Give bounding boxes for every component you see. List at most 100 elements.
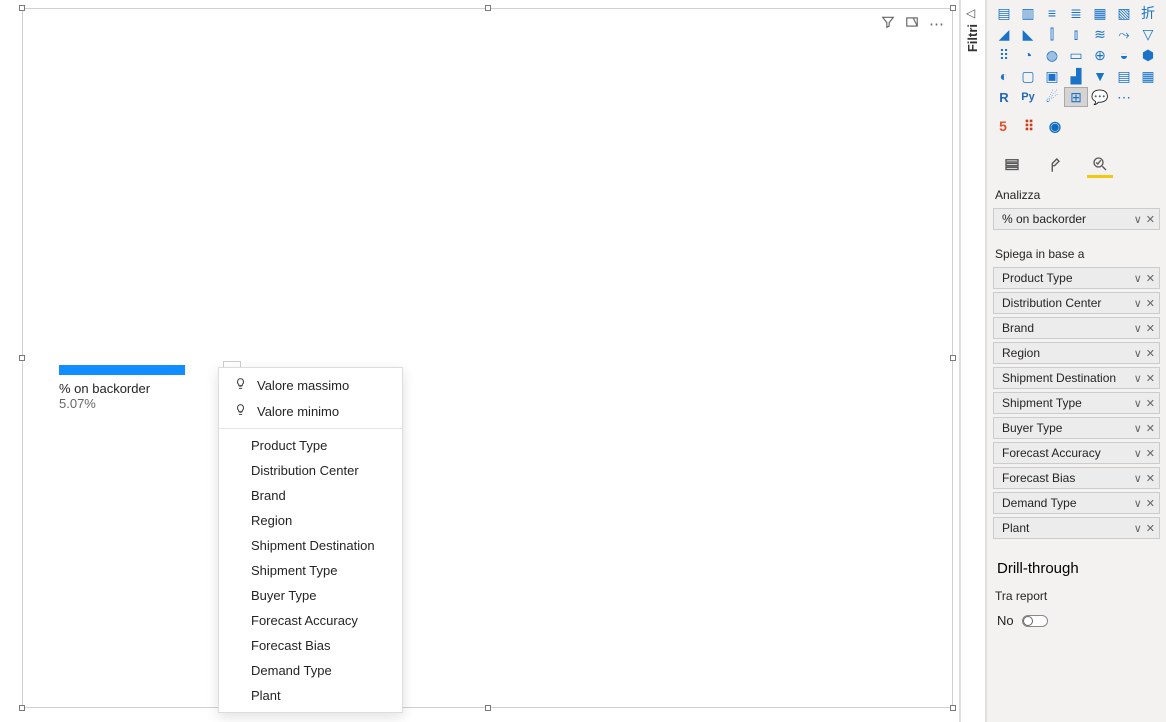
viz-waterfall[interactable]: ⤳ (1113, 25, 1135, 43)
viz-card[interactable]: ▢ (1017, 67, 1039, 85)
viz-stacked-bar[interactable]: ▤ (993, 4, 1015, 22)
viz-qa[interactable]: 💬 (1089, 88, 1111, 106)
chevron-down-icon[interactable]: ∨ (1134, 347, 1142, 360)
field-well-item[interactable]: Product Type∨✕ (993, 267, 1160, 289)
chevron-down-icon[interactable]: ∨ (1134, 322, 1142, 335)
chevron-down-icon[interactable]: ∨ (1134, 472, 1142, 485)
ctx-low-value[interactable]: Valore minimo (219, 398, 402, 424)
viz-r[interactable]: R (993, 88, 1015, 106)
format-tab[interactable] (1043, 152, 1069, 178)
viz-line-column-clustered[interactable]: ⫾ (1065, 25, 1087, 43)
visual-selection-frame[interactable]: ⋯ + % on backorder 5.07% Valore massimo … (22, 8, 953, 708)
more-options-icon[interactable]: ⋯ (929, 15, 944, 33)
resize-handle-br[interactable] (950, 705, 956, 711)
ctx-field-item[interactable]: Demand Type (219, 658, 402, 683)
resize-handle-r[interactable] (950, 355, 956, 361)
viz-clustered-column[interactable]: ≣ (1065, 4, 1087, 22)
chevron-down-icon[interactable]: ∨ (1134, 522, 1142, 535)
cross-report-toggle[interactable] (1022, 615, 1048, 627)
viz-funnel[interactable]: ▽ (1137, 25, 1159, 43)
field-well-item[interactable]: Plant∨✕ (993, 517, 1160, 539)
viz-area[interactable]: ◢ (993, 25, 1015, 43)
chevron-down-icon[interactable]: ∨ (1134, 422, 1142, 435)
ctx-field-item[interactable]: Product Type (219, 433, 402, 458)
viz-matrix[interactable]: ▦ (1137, 67, 1159, 85)
ctx-field-item[interactable]: Brand (219, 483, 402, 508)
viz-slicer[interactable]: ▼ (1089, 67, 1111, 85)
fields-tab[interactable] (999, 152, 1025, 178)
viz-python[interactable]: Py (1017, 88, 1039, 106)
ctx-field-item[interactable]: Forecast Bias (219, 633, 402, 658)
ctx-field-item[interactable]: Buyer Type (219, 583, 402, 608)
chevron-down-icon[interactable]: ∨ (1134, 213, 1142, 226)
ctx-high-value[interactable]: Valore massimo (219, 372, 402, 398)
viz-decomposition[interactable]: ⊞ (1065, 88, 1087, 106)
chevron-down-icon[interactable]: ∨ (1134, 447, 1142, 460)
viz-kpi[interactable]: ▟ (1065, 67, 1087, 85)
remove-field-icon[interactable]: ✕ (1146, 322, 1155, 335)
viz-stacked-column[interactable]: ▥ (1017, 4, 1039, 22)
ctx-field-item[interactable]: Forecast Accuracy (219, 608, 402, 633)
ctx-field-item[interactable]: Plant (219, 683, 402, 708)
field-well-item[interactable]: Forecast Bias∨✕ (993, 467, 1160, 489)
resize-handle-b[interactable] (485, 705, 491, 711)
resize-handle-t[interactable] (485, 5, 491, 11)
viz-shape-map[interactable]: ⬢ (1137, 46, 1159, 64)
grid-custom-visual[interactable]: ⠿ (1019, 116, 1039, 136)
chevron-left-icon[interactable]: ◁ (966, 6, 975, 20)
filters-pane-collapsed[interactable]: ◁ Filtri (960, 0, 986, 722)
field-well-item[interactable]: Region∨✕ (993, 342, 1160, 364)
resize-handle-l[interactable] (19, 355, 25, 361)
viz-multi-card[interactable]: ▣ (1041, 67, 1063, 85)
field-well-item[interactable]: Shipment Destination∨✕ (993, 367, 1160, 389)
field-well-item[interactable]: Distribution Center∨✕ (993, 292, 1160, 314)
decomposition-root-node[interactable]: + % on backorder 5.07% (59, 365, 185, 411)
html5-custom-visual[interactable]: 5 (993, 116, 1013, 136)
remove-field-icon[interactable]: ✕ (1146, 422, 1155, 435)
viz-pie[interactable]: ◔ (1017, 46, 1039, 64)
viz-donut[interactable]: ◍ (1041, 46, 1063, 64)
field-well-item[interactable]: Buyer Type∨✕ (993, 417, 1160, 439)
viz-stacked-area[interactable]: ◣ (1017, 25, 1039, 43)
analytics-tab[interactable] (1087, 152, 1113, 178)
field-well-item[interactable]: Shipment Type∨✕ (993, 392, 1160, 414)
remove-field-icon[interactable]: ✕ (1146, 447, 1155, 460)
resize-handle-tr[interactable] (950, 5, 956, 11)
filter-icon[interactable] (881, 15, 895, 33)
field-well-item[interactable]: Demand Type∨✕ (993, 492, 1160, 514)
ctx-field-item[interactable]: Distribution Center (219, 458, 402, 483)
play-custom-visual[interactable]: ◉ (1045, 116, 1065, 136)
viz-line[interactable]: 折 (1137, 4, 1159, 22)
remove-field-icon[interactable]: ✕ (1146, 213, 1155, 226)
remove-field-icon[interactable]: ✕ (1146, 472, 1155, 485)
viz-filled-map[interactable]: ◒ (1113, 46, 1135, 64)
field-well-item[interactable]: Brand∨✕ (993, 317, 1160, 339)
remove-field-icon[interactable]: ✕ (1146, 347, 1155, 360)
remove-field-icon[interactable]: ✕ (1146, 397, 1155, 410)
ctx-field-item[interactable]: Shipment Type (219, 558, 402, 583)
viz-100-bar[interactable]: ▦ (1089, 4, 1111, 22)
chevron-down-icon[interactable]: ∨ (1134, 397, 1142, 410)
viz-clustered-bar[interactable]: ≡ (1041, 4, 1063, 22)
viz-ribbon[interactable]: ≋ (1089, 25, 1111, 43)
chevron-down-icon[interactable]: ∨ (1134, 297, 1142, 310)
remove-field-icon[interactable]: ✕ (1146, 272, 1155, 285)
field-well-item[interactable]: Forecast Accuracy∨✕ (993, 442, 1160, 464)
resize-handle-tl[interactable] (19, 5, 25, 11)
ctx-field-item[interactable]: Region (219, 508, 402, 533)
chevron-down-icon[interactable]: ∨ (1134, 372, 1142, 385)
chevron-down-icon[interactable]: ∨ (1134, 497, 1142, 510)
viz-map[interactable]: ⊕ (1089, 46, 1111, 64)
viz-more[interactable]: ⋯ (1113, 88, 1135, 106)
viz-line-column[interactable]: ⫿ (1041, 25, 1063, 43)
viz-100-column[interactable]: ▧ (1113, 4, 1135, 22)
viz-key-influencer[interactable]: ☄ (1041, 88, 1063, 106)
remove-field-icon[interactable]: ✕ (1146, 522, 1155, 535)
chevron-down-icon[interactable]: ∨ (1134, 272, 1142, 285)
viz-gauge[interactable]: ◐ (993, 67, 1015, 85)
field-well-item[interactable]: % on backorder∨✕ (993, 208, 1160, 230)
viz-table[interactable]: ▤ (1113, 67, 1135, 85)
remove-field-icon[interactable]: ✕ (1146, 297, 1155, 310)
viz-treemap[interactable]: ▭ (1065, 46, 1087, 64)
viz-scatter[interactable]: ⠿ (993, 46, 1015, 64)
